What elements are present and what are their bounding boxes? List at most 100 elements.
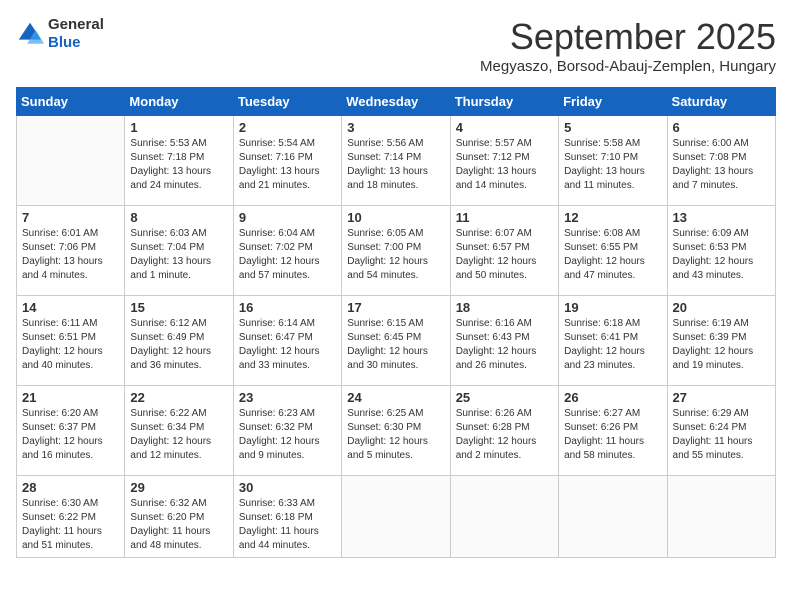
day-number: 9	[239, 210, 336, 225]
day-number: 25	[456, 390, 553, 405]
day-number: 13	[673, 210, 770, 225]
calendar-cell: 19Sunrise: 6:18 AMSunset: 6:41 PMDayligh…	[559, 296, 667, 386]
calendar-cell	[342, 476, 450, 558]
day-number: 10	[347, 210, 444, 225]
calendar-cell: 26 Sunrise: 6:27 AMSunset: 6:26 PMDayligh…	[559, 386, 667, 476]
calendar-cell	[667, 476, 775, 558]
calendar-week-row: 14 Sunrise: 6:11 AMSunset: 6:51 PMDayligh…	[17, 296, 776, 386]
day-info: Sunrise: 6:18 AMSunset: 6:41 PMDaylight:…	[564, 317, 661, 373]
calendar-cell: 23 Sunrise: 6:23 AMSunset: 6:32 PMDayligh…	[233, 386, 341, 476]
day-number: 17	[347, 300, 444, 315]
calendar-cell: 8 Sunrise: 6:03 AMSunset: 7:04 PMDaylight…	[125, 206, 233, 296]
day-number: 2	[239, 120, 336, 135]
logo-text: General Blue	[48, 16, 104, 52]
day-number: 26	[564, 390, 661, 405]
logo-blue: Blue	[48, 34, 81, 51]
calendar-week-row: 21 Sunrise: 6:20 AMSunset: 6:37 PMDayligh…	[17, 386, 776, 476]
weekday-header: Sunday	[17, 88, 125, 116]
calendar-cell: 11 Sunrise: 6:07 AMSunset: 6:57 PMDayligh…	[450, 206, 558, 296]
day-number: 14	[22, 300, 119, 315]
day-info: Sunrise: 6:11 AMSunset: 6:51 PMDaylight:…	[22, 317, 119, 373]
calendar-cell: 12 Sunrise: 6:08 AMSunset: 6:55 PMDayligh…	[559, 206, 667, 296]
calendar-cell: 3Sunrise: 5:56 AMSunset: 7:14 PMDaylight…	[342, 116, 450, 206]
calendar-cell: 1Sunrise: 5:53 AMSunset: 7:18 PMDaylight…	[125, 116, 233, 206]
day-info: Sunrise: 6:16 AMSunset: 6:43 PMDaylight:…	[456, 317, 553, 373]
weekday-header: Wednesday	[342, 88, 450, 116]
calendar-week-row: 28 Sunrise: 6:30 AMSunset: 6:22 PMDayligh…	[17, 476, 776, 558]
day-number: 4	[456, 120, 553, 135]
day-info: Sunrise: 5:54 AMSunset: 7:16 PMDaylight:…	[239, 137, 336, 193]
day-info: Sunrise: 6:19 AMSunset: 6:39 PMDaylight:…	[673, 317, 770, 373]
day-number: 24	[347, 390, 444, 405]
day-info: Sunrise: 6:27 AMSunset: 6:26 PMDaylight:…	[564, 407, 661, 463]
calendar-cell	[17, 116, 125, 206]
month-title: September 2025	[480, 16, 776, 58]
calendar-cell: 22 Sunrise: 6:22 AMSunset: 6:34 PMDayligh…	[125, 386, 233, 476]
day-number: 22	[130, 390, 227, 405]
day-number: 11	[456, 210, 553, 225]
calendar-cell: 10 Sunrise: 6:05 AMSunset: 7:00 PMDayligh…	[342, 206, 450, 296]
day-number: 12	[564, 210, 661, 225]
calendar-cell	[450, 476, 558, 558]
weekday-header: Monday	[125, 88, 233, 116]
calendar-cell: 7 Sunrise: 6:01 AMSunset: 7:06 PMDaylight…	[17, 206, 125, 296]
day-number: 29	[130, 480, 227, 495]
day-info: Sunrise: 6:05 AMSunset: 7:00 PMDaylight:…	[347, 227, 444, 283]
day-info: Sunrise: 6:15 AMSunset: 6:45 PMDaylight:…	[347, 317, 444, 373]
calendar-cell: 16Sunrise: 6:14 AMSunset: 6:47 PMDayligh…	[233, 296, 341, 386]
day-number: 18	[456, 300, 553, 315]
day-info: Sunrise: 5:53 AMSunset: 7:18 PMDaylight:…	[130, 137, 227, 193]
day-info: Sunrise: 6:01 AMSunset: 7:06 PMDaylight:…	[22, 227, 119, 283]
day-number: 27	[673, 390, 770, 405]
day-info: Sunrise: 6:23 AMSunset: 6:32 PMDaylight:…	[239, 407, 336, 463]
day-info: Sunrise: 6:04 AMSunset: 7:02 PMDaylight:…	[239, 227, 336, 283]
day-number: 8	[130, 210, 227, 225]
weekday-header: Saturday	[667, 88, 775, 116]
day-info: Sunrise: 6:33 AMSunset: 6:18 PMDaylight:…	[239, 497, 336, 553]
calendar-cell	[559, 476, 667, 558]
day-number: 7	[22, 210, 119, 225]
day-number: 21	[22, 390, 119, 405]
calendar-cell: 18 Sunrise: 6:16 AMSunset: 6:43 PMDayligh…	[450, 296, 558, 386]
day-info: Sunrise: 5:57 AMSunset: 7:12 PMDaylight:…	[456, 137, 553, 193]
calendar-cell: 30 Sunrise: 6:33 AMSunset: 6:18 PMDayligh…	[233, 476, 341, 558]
calendar-cell: 20Sunrise: 6:19 AMSunset: 6:39 PMDayligh…	[667, 296, 775, 386]
calendar-cell: 14 Sunrise: 6:11 AMSunset: 6:51 PMDayligh…	[17, 296, 125, 386]
day-info: Sunrise: 6:29 AMSunset: 6:24 PMDaylight:…	[673, 407, 770, 463]
location-title: Megyaszo, Borsod-Abauj-Zemplen, Hungary	[480, 58, 776, 75]
day-number: 30	[239, 480, 336, 495]
day-info: Sunrise: 6:20 AMSunset: 6:37 PMDaylight:…	[22, 407, 119, 463]
day-number: 15	[130, 300, 227, 315]
day-info: Sunrise: 6:12 AMSunset: 6:49 PMDaylight:…	[130, 317, 227, 373]
day-number: 23	[239, 390, 336, 405]
day-info: Sunrise: 6:25 AMSunset: 6:30 PMDaylight:…	[347, 407, 444, 463]
calendar-cell: 4 Sunrise: 5:57 AMSunset: 7:12 PMDaylight…	[450, 116, 558, 206]
day-info: Sunrise: 6:32 AMSunset: 6:20 PMDaylight:…	[130, 497, 227, 553]
day-info: Sunrise: 6:22 AMSunset: 6:34 PMDaylight:…	[130, 407, 227, 463]
calendar-cell: 13 Sunrise: 6:09 AMSunset: 6:53 PMDayligh…	[667, 206, 775, 296]
calendar-cell: 27 Sunrise: 6:29 AMSunset: 6:24 PMDayligh…	[667, 386, 775, 476]
day-number: 5	[564, 120, 661, 135]
calendar-cell: 29 Sunrise: 6:32 AMSunset: 6:20 PMDayligh…	[125, 476, 233, 558]
day-info: Sunrise: 6:00 AMSunset: 7:08 PMDaylight:…	[673, 137, 770, 193]
logo-icon	[16, 20, 44, 48]
calendar-cell: 28 Sunrise: 6:30 AMSunset: 6:22 PMDayligh…	[17, 476, 125, 558]
calendar-cell: 25Sunrise: 6:26 AMSunset: 6:28 PMDayligh…	[450, 386, 558, 476]
calendar-cell: 9 Sunrise: 6:04 AMSunset: 7:02 PMDaylight…	[233, 206, 341, 296]
day-number: 3	[347, 120, 444, 135]
calendar-week-row: 1Sunrise: 5:53 AMSunset: 7:18 PMDaylight…	[17, 116, 776, 206]
logo-general: General	[48, 16, 104, 33]
day-info: Sunrise: 6:08 AMSunset: 6:55 PMDaylight:…	[564, 227, 661, 283]
weekday-header: Tuesday	[233, 88, 341, 116]
calendar-week-row: 7 Sunrise: 6:01 AMSunset: 7:06 PMDaylight…	[17, 206, 776, 296]
day-info: Sunrise: 6:07 AMSunset: 6:57 PMDaylight:…	[456, 227, 553, 283]
day-number: 6	[673, 120, 770, 135]
day-info: Sunrise: 6:03 AMSunset: 7:04 PMDaylight:…	[130, 227, 227, 283]
weekday-header: Friday	[559, 88, 667, 116]
header-row: SundayMondayTuesdayWednesdayThursdayFrid…	[17, 88, 776, 116]
calendar-cell: 21 Sunrise: 6:20 AMSunset: 6:37 PMDayligh…	[17, 386, 125, 476]
day-info: Sunrise: 6:09 AMSunset: 6:53 PMDaylight:…	[673, 227, 770, 283]
day-number: 16	[239, 300, 336, 315]
day-info: Sunrise: 6:30 AMSunset: 6:22 PMDaylight:…	[22, 497, 119, 553]
day-number: 28	[22, 480, 119, 495]
